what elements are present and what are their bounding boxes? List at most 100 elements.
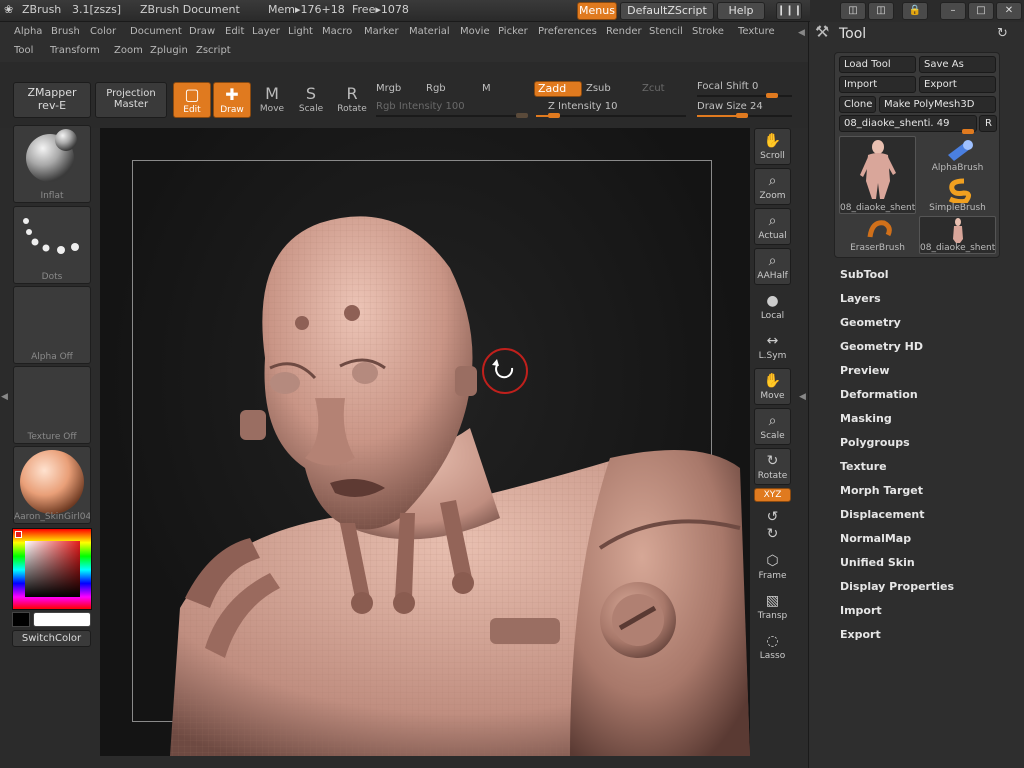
simplebrush-thumb[interactable]: SimpleBrush <box>919 176 996 214</box>
subpanel-displacement[interactable]: Displacement <box>840 508 925 521</box>
menu-zscript[interactable]: Zscript <box>196 45 231 56</box>
zsub-button[interactable]: Zsub <box>586 83 611 94</box>
make-polymesh-button[interactable]: Make PolyMesh3D <box>879 96 996 113</box>
switch-color-button[interactable]: SwitchColor <box>12 630 91 647</box>
draw-size-knob[interactable] <box>736 113 748 118</box>
menu-texture[interactable]: Texture <box>738 26 775 37</box>
rotate-button[interactable]: R Rotate <box>333 82 371 118</box>
subpanel-layers[interactable]: Layers <box>840 292 881 305</box>
z-intensity-slider[interactable]: Z Intensity 10 <box>548 101 617 112</box>
local-button[interactable]: ● Local <box>754 288 791 325</box>
window-layout-2-icon[interactable]: ◫ <box>868 2 894 20</box>
focal-shift-slider[interactable]: Focal Shift 0 <box>697 81 758 92</box>
menu-color[interactable]: Color <box>90 26 116 37</box>
frame-button[interactable]: ⬡ Frame <box>754 548 791 585</box>
menu-document[interactable]: Document <box>130 26 182 37</box>
current-tool-thumb[interactable]: 08_diaoke_shenti <box>839 136 916 214</box>
subpanel-unified-skin[interactable]: Unified Skin <box>840 556 915 569</box>
figure-tool-thumb[interactable]: 08_diaoke_shenti <box>919 216 996 254</box>
lock-icon[interactable]: 🔒 <box>902 2 928 20</box>
menu-stencil[interactable]: Stencil <box>649 26 683 37</box>
lsym-button[interactable]: ↔ L.Sym <box>754 328 791 365</box>
menu-light[interactable]: Light <box>288 26 313 37</box>
subpanel-texture[interactable]: Texture <box>840 460 887 473</box>
move-view-button[interactable]: ✋ Move <box>754 368 791 405</box>
subpanel-polygroups[interactable]: Polygroups <box>840 436 910 449</box>
brush-thumb[interactable]: Inflat <box>13 125 91 203</box>
z-intensity-knob[interactable] <box>548 113 560 118</box>
edit-button[interactable]: ▢ Edit <box>173 82 211 118</box>
subpanel-display-properties[interactable]: Display Properties <box>840 580 954 593</box>
scroll-tray-icon[interactable]: ❙❙❙ <box>776 2 802 20</box>
import-button[interactable]: Import <box>839 76 916 93</box>
menu-preferences[interactable]: Preferences <box>538 26 597 37</box>
menu-macro[interactable]: Macro <box>322 26 352 37</box>
close-icon[interactable]: ✕ <box>996 2 1022 20</box>
window-layout-icon[interactable]: ◫ <box>840 2 866 20</box>
menu-alpha[interactable]: Alpha <box>14 26 42 37</box>
menu-zoom[interactable]: Zoom <box>114 45 143 56</box>
zmapper-button[interactable]: ZMapper rev-E <box>13 82 91 118</box>
menu-zplugin[interactable]: Zplugin <box>150 45 188 56</box>
menu-edit[interactable]: Edit <box>225 26 244 37</box>
xyz-button[interactable]: XYZ <box>754 488 791 502</box>
alphabrush-thumb[interactable]: AlphaBrush <box>919 136 996 174</box>
move-button[interactable]: M Move <box>253 82 291 118</box>
lasso-button[interactable]: ◌ Lasso <box>754 628 791 665</box>
menu-transform[interactable]: Transform <box>50 45 100 56</box>
rgb-intensity-track[interactable] <box>376 115 526 117</box>
default-zscript-button[interactable]: DefaultZScript <box>620 2 714 20</box>
rotate-view-button[interactable]: ↻ Rotate <box>754 448 791 485</box>
subpanel-preview[interactable]: Preview <box>840 364 890 377</box>
menu-brush[interactable]: Brush <box>51 26 80 37</box>
alpha-thumb[interactable]: Alpha Off <box>13 286 91 364</box>
sculpt-model[interactable] <box>100 128 750 756</box>
rgb-intensity-knob[interactable] <box>516 113 528 118</box>
rgb-intensity-slider[interactable]: Rgb Intensity 100 <box>376 101 465 112</box>
material-thumb[interactable]: Aaron_SkinGirl04 <box>13 446 91 524</box>
main-color-swatch[interactable] <box>33 612 91 627</box>
aahalf-button[interactable]: ⌕ AAHalf <box>754 248 791 285</box>
texture-thumb[interactable]: Texture Off <box>13 366 91 444</box>
subpanel-subtool[interactable]: SubTool <box>840 268 889 281</box>
r-button[interactable]: R <box>979 115 997 132</box>
subpanel-deformation[interactable]: Deformation <box>840 388 918 401</box>
menu-draw[interactable]: Draw <box>189 26 215 37</box>
tool-slider-knob[interactable] <box>962 129 974 134</box>
draw-size-slider[interactable]: Draw Size 24 <box>697 101 763 112</box>
subpanel-geometry[interactable]: Geometry <box>840 316 901 329</box>
m-button[interactable]: M <box>482 83 491 94</box>
menu-picker[interactable]: Picker <box>498 26 528 37</box>
menu-marker[interactable]: Marker <box>364 26 399 37</box>
menu-movie[interactable]: Movie <box>460 26 490 37</box>
right-tray-toggle-icon[interactable]: ◀ <box>799 392 806 404</box>
zoom-button[interactable]: ⌕ Zoom <box>754 168 791 205</box>
clone-button[interactable]: Clone <box>839 96 876 113</box>
zcut-button[interactable]: Zcut <box>642 83 665 94</box>
tool-slider[interactable]: 08_diaoke_shenti. 49 <box>839 115 977 132</box>
transp-button[interactable]: ▧ Transp <box>754 588 791 625</box>
export-button[interactable]: Export <box>919 76 996 93</box>
color-picker[interactable] <box>12 528 92 610</box>
left-tray-toggle-icon[interactable]: ◀ <box>1 392 8 404</box>
menu-render[interactable]: Render <box>606 26 642 37</box>
rotate-axis-icons[interactable]: ↺ ↻ <box>754 504 791 541</box>
menu-layer[interactable]: Layer <box>252 26 280 37</box>
scale-button[interactable]: S Scale <box>292 82 330 118</box>
menu-material[interactable]: Material <box>409 26 450 37</box>
focal-shift-knob[interactable] <box>766 93 778 98</box>
subpanel-geometry-hd[interactable]: Geometry HD <box>840 340 923 353</box>
subpanel-export[interactable]: Export <box>840 628 881 641</box>
help-button[interactable]: Help <box>717 2 765 20</box>
projection-master-button[interactable]: Projection Master <box>95 82 167 118</box>
menu-tool[interactable]: Tool <box>14 45 33 56</box>
restore-icon[interactable]: □ <box>968 2 994 20</box>
document-canvas[interactable] <box>100 128 750 756</box>
scroll-button[interactable]: ✋ Scroll <box>754 128 791 165</box>
save-as-button[interactable]: Save As <box>919 56 996 73</box>
menus-button[interactable]: Menus <box>577 2 617 20</box>
subpanel-masking[interactable]: Masking <box>840 412 892 425</box>
subpanel-import[interactable]: Import <box>840 604 882 617</box>
mrgb-button[interactable]: Mrgb <box>376 83 401 94</box>
rgb-button[interactable]: Rgb <box>426 83 446 94</box>
